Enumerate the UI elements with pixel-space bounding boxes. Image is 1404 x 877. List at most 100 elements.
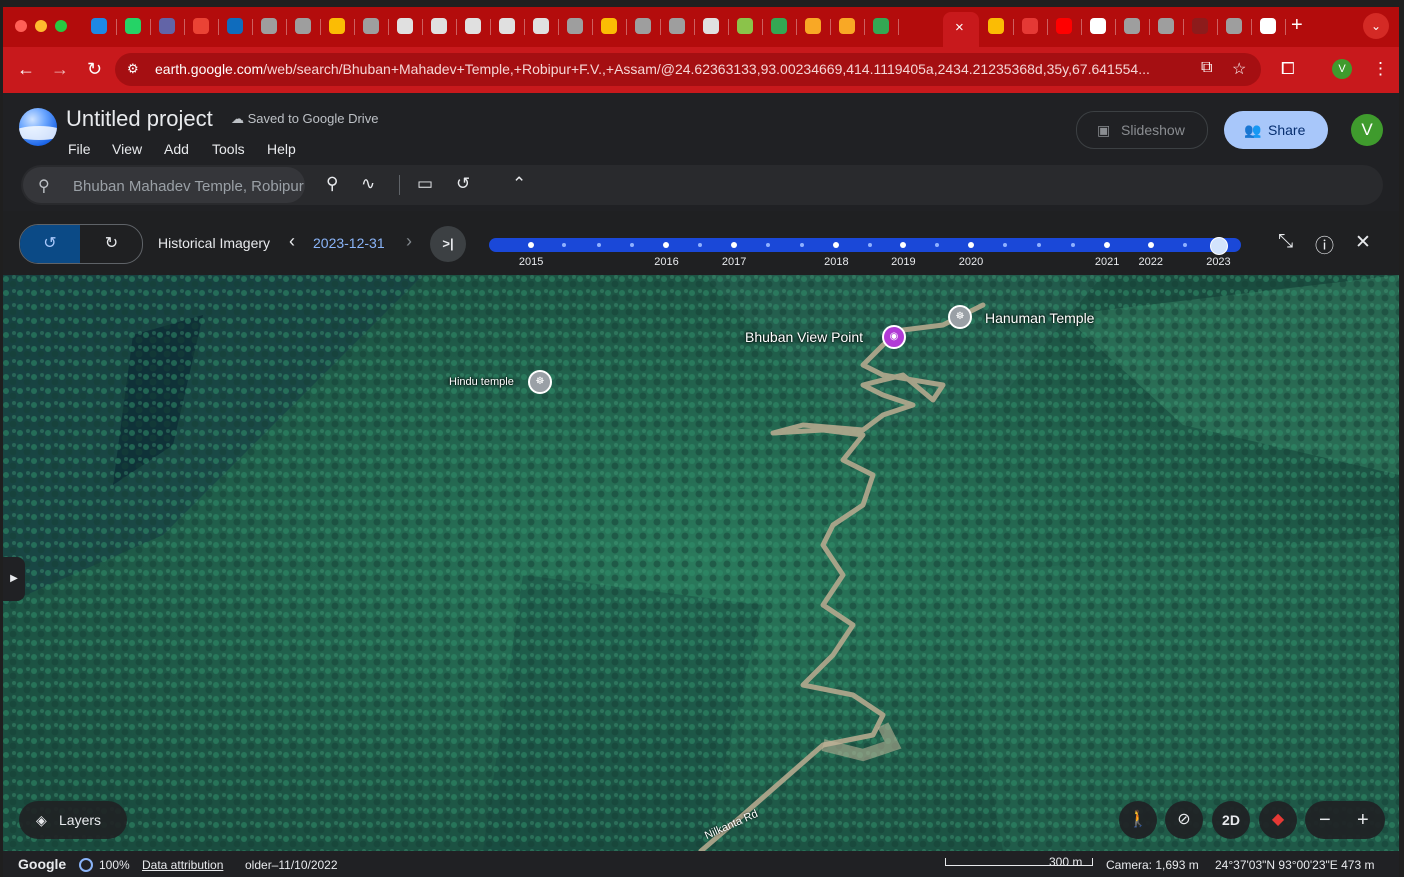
page-icon[interactable]	[567, 18, 583, 34]
doc-icon[interactable]	[397, 18, 413, 34]
onedrive-icon[interactable]	[91, 18, 107, 34]
data-attribution-link[interactable]: Data attribution	[142, 858, 223, 872]
timeline-minor-dot[interactable]	[868, 243, 873, 247]
google-earth-logo-icon[interactable]	[19, 108, 57, 146]
timeline-year-dot[interactable]	[731, 242, 738, 248]
timeline-minor-dot[interactable]	[1037, 243, 1042, 247]
menu-file[interactable]: File	[68, 141, 91, 157]
timeline-thumb[interactable]	[1210, 237, 1229, 255]
tab-search-button[interactable]: ⌄	[1363, 13, 1389, 39]
page-icon[interactable]	[1226, 18, 1242, 34]
page-icon[interactable]	[1158, 18, 1174, 34]
emblem-icon[interactable]	[805, 18, 821, 34]
timeline-minor-dot[interactable]	[1002, 243, 1007, 247]
menu-help[interactable]: Help	[267, 141, 296, 157]
maps-icon[interactable]	[988, 18, 1004, 34]
pegman-icon[interactable]: 🚶	[1119, 801, 1157, 839]
menu-tools[interactable]: Tools	[212, 141, 245, 157]
maps-icon[interactable]	[873, 18, 889, 34]
timeline-year-dot[interactable]	[833, 242, 840, 248]
timeline-year-dot[interactable]	[968, 242, 975, 248]
bhuban-view-point-label[interactable]: Bhuban View Point	[745, 329, 863, 345]
project-title[interactable]: Untitled project	[66, 106, 213, 132]
timeline-minor-dot[interactable]	[799, 243, 804, 247]
toi-icon[interactable]	[1022, 18, 1038, 34]
search-field[interactable]: ⚲	[23, 167, 307, 203]
doc-icon[interactable]	[499, 18, 515, 34]
emblem-icon[interactable]	[839, 18, 855, 34]
timeline-minor-dot[interactable]	[698, 243, 703, 247]
image-icon[interactable]	[737, 18, 753, 34]
close-historical-icon[interactable]: ✕	[1355, 231, 1371, 254]
site-settings-icon[interactable]: ⚙	[127, 61, 139, 77]
imagery-timeline-slider[interactable]	[489, 237, 1241, 255]
close-window-button[interactable]	[15, 20, 27, 32]
imagery-date[interactable]: 2023-12-31	[313, 235, 385, 251]
browser-menu-icon[interactable]: ⋮	[1372, 59, 1389, 79]
page-icon[interactable]	[295, 18, 311, 34]
photos-icon[interactable]	[329, 18, 345, 34]
browser-profile-avatar[interactable]: V	[1332, 59, 1352, 79]
google-icon[interactable]	[1260, 18, 1276, 34]
install-app-icon[interactable]: ⧉	[1201, 59, 1212, 77]
active-tab[interactable]: ×	[943, 12, 979, 47]
photos-icon[interactable]	[601, 18, 617, 34]
zoom-window-button[interactable]	[55, 20, 67, 32]
extensions-icon[interactable]: ⧠	[1281, 59, 1295, 79]
compass-icon[interactable]: ◆	[1259, 801, 1297, 839]
zoom-out-icon[interactable]: −	[1319, 809, 1331, 832]
page-icon[interactable]	[261, 18, 277, 34]
hindu-temple-label[interactable]: Hindu temple	[449, 376, 514, 388]
historical-mode-icon[interactable]: ↺	[20, 225, 80, 263]
timeline-year-dot[interactable]	[900, 242, 907, 248]
new-tab-button[interactable]: +	[1291, 14, 1303, 37]
expand-panel-chevron-icon[interactable]: ▶	[3, 557, 25, 601]
bookmark-star-icon[interactable]: ☆	[1232, 59, 1246, 79]
historical-imagery-icon[interactable]: ↺	[456, 174, 470, 194]
page-icon[interactable]	[1124, 18, 1140, 34]
zoom-in-icon[interactable]: +	[1357, 809, 1369, 832]
minimize-window-button[interactable]	[35, 20, 47, 32]
collapse-icon[interactable]: ⤡	[1278, 231, 1293, 253]
url-text[interactable]: earth.google.com/web/search/Bhuban+Mahad…	[155, 61, 1150, 77]
search-input[interactable]	[71, 174, 307, 198]
doc-icon[interactable]	[533, 18, 549, 34]
page-icon[interactable]	[363, 18, 379, 34]
doc-icon[interactable]	[465, 18, 481, 34]
menu-view[interactable]: View	[112, 141, 142, 157]
timeline-minor-dot[interactable]	[935, 243, 940, 247]
timeline-year-dot[interactable]	[1147, 242, 1154, 248]
previous-date-chevron-icon[interactable]: ‹	[289, 231, 295, 252]
back-arrow-icon[interactable]: ←	[17, 59, 35, 80]
timeline-minor-dot[interactable]	[629, 243, 634, 247]
doc-icon[interactable]	[431, 18, 447, 34]
latest-mode-icon[interactable]: ↻	[81, 225, 142, 263]
toggle-2d-button[interactable]: 2D	[1212, 801, 1250, 839]
account-avatar[interactable]: V	[1351, 114, 1383, 146]
page-icon[interactable]	[669, 18, 685, 34]
add-placemark-icon[interactable]: ⚲	[326, 174, 338, 194]
address-bar[interactable]: ⚙ earth.google.com/web/search/Bhuban+Mah…	[115, 53, 1261, 86]
collapse-chevron-up-icon[interactable]: ⌃	[512, 174, 526, 194]
hindu-temple-pin-icon[interactable]: ☸	[528, 370, 552, 394]
next-date-chevron-icon[interactable]: ›	[406, 231, 412, 252]
help-icon[interactable]: ⓘ	[1315, 231, 1334, 258]
maps-icon[interactable]	[771, 18, 787, 34]
timeline-year-dot[interactable]	[1104, 242, 1111, 248]
camera-pin-icon[interactable]: ◉	[882, 325, 906, 349]
timeline-year-dot[interactable]	[528, 242, 535, 248]
doc-icon[interactable]	[703, 18, 719, 34]
share-button[interactable]: 👥 Share	[1224, 111, 1328, 149]
youtube-icon[interactable]	[1056, 18, 1072, 34]
gmail-icon[interactable]	[193, 18, 209, 34]
reload-icon[interactable]: ↻	[87, 59, 102, 80]
measure-ruler-icon[interactable]: ▭	[417, 174, 433, 194]
search-icon[interactable]: ⚲	[38, 176, 50, 196]
map-viewport[interactable]: ☸ Hanuman Temple Bhuban View Point ◉ Hin…	[3, 275, 1399, 851]
whatsapp-icon[interactable]	[125, 18, 141, 34]
teams-icon[interactable]	[159, 18, 175, 34]
outlook-icon[interactable]	[227, 18, 243, 34]
forward-arrow-icon[interactable]: →	[51, 59, 69, 80]
timeline-minor-dot[interactable]	[1071, 243, 1076, 247]
timeline-minor-dot[interactable]	[562, 243, 567, 247]
